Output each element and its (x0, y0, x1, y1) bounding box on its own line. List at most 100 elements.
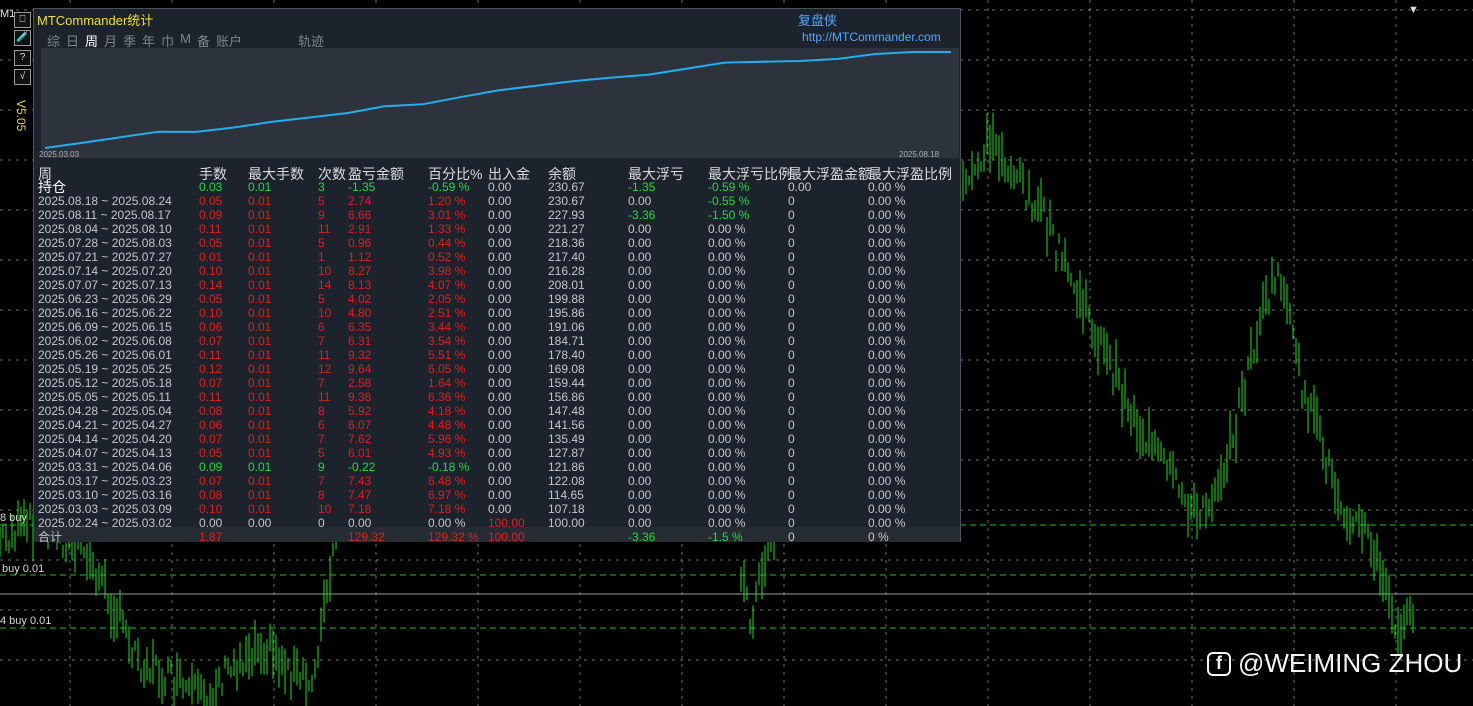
table-cell: 11 (318, 390, 331, 404)
table-cell: 129.32 % (428, 530, 479, 544)
table-cell: 2025.02.24 ~ 2025.03.02 (38, 516, 172, 530)
table-cell: 0 (788, 474, 795, 488)
table-cell: 4.48 % (428, 418, 466, 432)
table-cell: 0 (788, 488, 795, 502)
table-cell: 0.00 % (868, 474, 906, 488)
table-cell: 0.00 % (868, 446, 906, 460)
brand-link[interactable]: 复盘侠 http://MTCommander.com (798, 10, 960, 44)
table-cell: 0.00 % (708, 390, 746, 404)
table-cell: 0.00 (628, 264, 652, 278)
table-cell: 0.14 (199, 278, 223, 292)
table-cell: -0.18 % (428, 460, 470, 474)
chevron-down-icon[interactable]: ▼ (1408, 4, 1419, 16)
order-label[interactable]: 8 buy (0, 512, 27, 524)
table-cell: 217.40 (548, 250, 585, 264)
table-cell: 114.65 (548, 488, 584, 502)
table-cell: 156.86 (548, 390, 585, 404)
table-cell: 2025.05.05 ~ 2025.05.11 (38, 390, 171, 404)
table-cell: 0.00 % (868, 432, 906, 446)
table-cell: 184.71 (548, 334, 585, 348)
table-cell: 0.12 (199, 362, 223, 376)
table-cell: 2025.07.21 ~ 2025.07.27 (38, 250, 172, 264)
table-cell: 0.01 (248, 250, 272, 264)
table-cell: 0.00 (628, 320, 652, 334)
table-cell: 0.00 (488, 334, 512, 348)
table-cell: 2025.05.12 ~ 2025.05.18 (38, 376, 172, 390)
order-label[interactable]: 4 buy 0.01 (0, 615, 51, 627)
table-cell: 0 (788, 432, 795, 446)
table-cell: 0.01 (248, 362, 272, 376)
panel-title: MTCommander统计 (37, 13, 154, 28)
table-cell: 2025.03.31 ~ 2025.04.06 (38, 460, 172, 474)
table-cell: 2.51 % (428, 306, 466, 320)
table-cell: 1.33 % (428, 222, 466, 236)
watermark-text: @WEIMING ZHOU (1238, 648, 1463, 678)
table-cell: 0.00 (628, 376, 652, 390)
table-cell: 2025.08.11 ~ 2025.08.17 (38, 208, 171, 222)
settings-icon[interactable]: 🧪 (14, 30, 31, 46)
table-cell: 0.00 % (868, 502, 906, 516)
table-cell: -0.59 % (428, 180, 470, 194)
order-label[interactable]: buy 0.01 (2, 563, 44, 575)
table-cell: 169.08 (548, 362, 585, 376)
equity-curve-svg (44, 51, 951, 149)
table-cell: 0.00 % (708, 460, 746, 474)
table-cell: 0.00 (248, 516, 272, 530)
table-cell: 0.00 (488, 320, 512, 334)
table-cell: 0.00 (488, 278, 512, 292)
table-cell: 0.07 (199, 474, 223, 488)
help-button[interactable]: ? (14, 50, 31, 66)
table-cell: 0 (788, 264, 795, 278)
table-cell: 6.07 (348, 418, 372, 432)
table-cell: 0.00 % (428, 516, 466, 530)
table-cell: 2.74 (348, 194, 372, 208)
table-cell: 0.00 (488, 222, 512, 236)
facebook-icon: f (1207, 651, 1231, 676)
table-row: 2025.07.14 ~ 2025.07.20 0.10 0.01 10 8.27 3.9… (34, 264, 960, 278)
spark-end-date: 2025.08.18 (899, 150, 940, 159)
equity-curve-line (44, 51, 951, 149)
table-cell: 0 (788, 208, 795, 222)
table-cell: 合计 (38, 530, 63, 544)
table-row: 2025.06.02 ~ 2025.06.08 0.07 0.01 7 6.31 3.54… (34, 334, 960, 348)
table-cell: 4.93 % (428, 446, 466, 460)
table-cell: 6.05 % (428, 362, 466, 376)
table-cell: 0.00 (628, 306, 652, 320)
table-cell: 0.01 (248, 488, 272, 502)
table-cell: 0.10 (199, 502, 223, 516)
table-cell: 227.93 (548, 208, 585, 222)
table-cell: 0 (788, 530, 795, 544)
table-cell: 0.00 % (868, 222, 906, 236)
table-cell: 147.48 (548, 404, 585, 418)
table-cell: 0.00 (488, 180, 512, 194)
table-cell: 0.00 (488, 208, 512, 222)
table-cell: 0.11 (199, 222, 222, 236)
table-cell: 0.00 % (708, 446, 746, 460)
table-cell: 0.00 % (868, 460, 906, 474)
table-row: 2025.06.23 ~ 2025.06.29 0.05 0.01 5 4.02 2.05… (34, 292, 960, 306)
table-cell: 9.64 (348, 362, 372, 376)
table-cell: 3.98 % (428, 264, 466, 278)
table-cell: 0.00 (628, 390, 652, 404)
minimize-button[interactable]: ⎕ (14, 12, 31, 28)
brand-url[interactable]: http://MTCommander.com (802, 30, 941, 44)
table-cell: 11 (318, 348, 331, 362)
table-cell: 0.00 (488, 404, 512, 418)
table-cell: 4.02 (348, 292, 372, 306)
table-cell: 0.00 % (868, 250, 906, 264)
table-cell: 3 (318, 180, 325, 194)
check-button[interactable]: √ (14, 69, 31, 85)
table-cell: 2.91 (348, 222, 372, 236)
table-cell: 0.01 (248, 208, 272, 222)
table-cell: 7 (318, 376, 325, 390)
table-cell: 0.05 (199, 292, 223, 306)
table-cell: 0.00 (488, 250, 512, 264)
table-cell: 0.00 (628, 474, 652, 488)
table-cell: 0 (788, 418, 795, 432)
table-cell: 0.00 % (868, 194, 906, 208)
table-cell: 0.09 (199, 460, 223, 474)
table-cell: 0.00 (628, 488, 652, 502)
table-row: 2025.02.24 ~ 2025.03.02 0.00 0.00 0 0.00 0.00… (34, 516, 960, 530)
table-cell: 0.00 (628, 334, 652, 348)
table-cell: 11 (318, 222, 331, 236)
